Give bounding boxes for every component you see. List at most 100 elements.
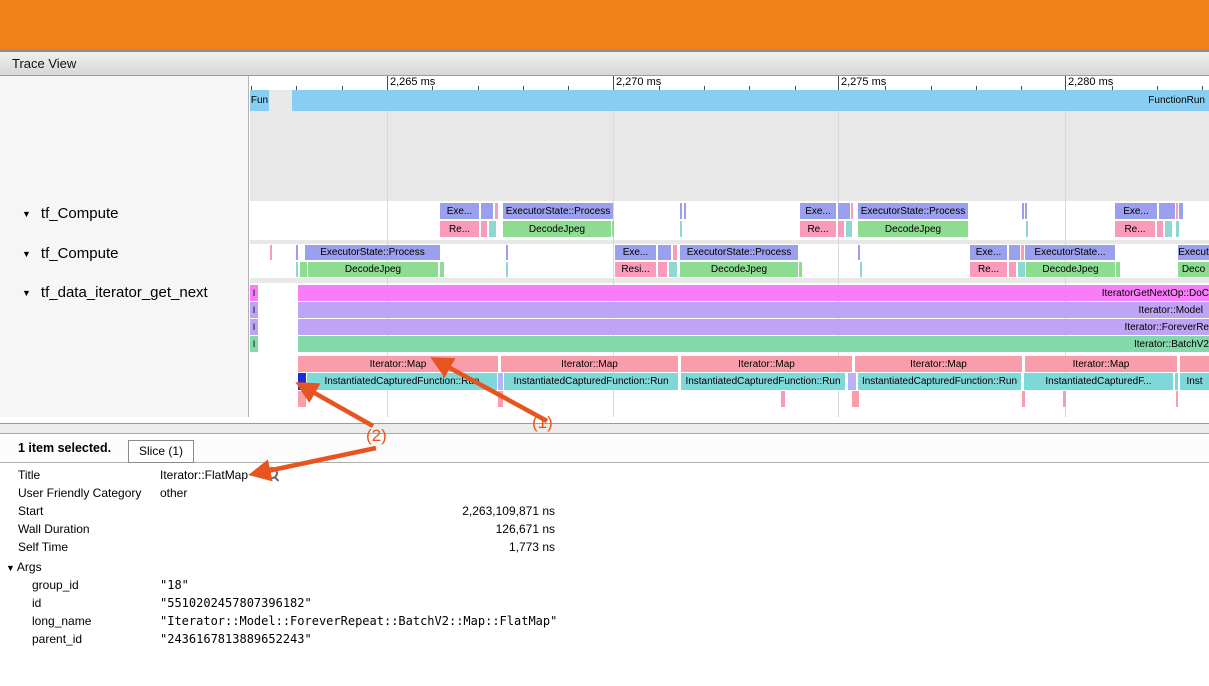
trace-slice[interactable] bbox=[440, 262, 444, 277]
trace-slice[interactable]: Re... bbox=[800, 221, 836, 237]
trace-slice[interactable] bbox=[1009, 262, 1016, 277]
sidebar-item-tf_data_iterator_get_next[interactable]: ▼tf_data_iterator_get_next bbox=[22, 283, 208, 301]
sidebar-item-tf_Compute[interactable]: ▼tf_Compute bbox=[22, 204, 118, 222]
trace-slice[interactable] bbox=[1116, 262, 1120, 277]
trace-slice[interactable]: DecodeJpeg bbox=[308, 262, 438, 277]
trace-slice[interactable]: Iterator::Map bbox=[298, 356, 498, 372]
trace-slice[interactable]: IteratorGetNextOp::DoC bbox=[298, 285, 1209, 301]
collapse-triangle-icon[interactable]: ▼ bbox=[22, 210, 31, 219]
trace-slice[interactable] bbox=[1063, 391, 1066, 407]
trace-slice[interactable]: ExecutorState::Process bbox=[305, 245, 440, 260]
trace-slice[interactable] bbox=[489, 221, 496, 237]
trace-slice[interactable] bbox=[1025, 203, 1027, 219]
magnifier-icon[interactable] bbox=[266, 467, 280, 481]
trace-slice[interactable]: InstantiatedCapturedFunction::Run bbox=[681, 373, 845, 390]
trace-slice[interactable]: Re... bbox=[970, 262, 1007, 277]
trace-slice[interactable] bbox=[1175, 373, 1178, 390]
trace-slice[interactable]: Re... bbox=[440, 221, 479, 237]
trace-slice[interactable]: InstantiatedCapturedFunction::Run bbox=[858, 373, 1021, 390]
trace-slice[interactable] bbox=[1018, 262, 1025, 277]
trace-slice[interactable] bbox=[852, 391, 859, 407]
trace-slice[interactable] bbox=[799, 262, 802, 277]
trace-slice[interactable]: InstantiatedCapturedFunction::Run bbox=[307, 373, 497, 390]
trace-slice[interactable] bbox=[781, 391, 785, 407]
trace-slice[interactable]: Exe... bbox=[440, 203, 479, 219]
trace-slice[interactable]: Exe... bbox=[800, 203, 836, 219]
trace-slice[interactable] bbox=[612, 221, 614, 237]
trace-slice[interactable]: ExecutorState::Process bbox=[858, 203, 968, 219]
trace-chip[interactable]: I bbox=[250, 336, 258, 352]
trace-slice[interactable]: Exe... bbox=[615, 245, 656, 260]
trace-slice[interactable] bbox=[669, 262, 677, 277]
trace-slice[interactable]: Iterator::Map bbox=[1025, 356, 1177, 372]
selected-slice[interactable] bbox=[298, 373, 306, 390]
trace-slice[interactable]: Iterator::ForeverRe bbox=[298, 319, 1209, 335]
panel-splitter[interactable] bbox=[0, 423, 1209, 434]
trace-slice[interactable] bbox=[858, 245, 860, 260]
trace-slice[interactable]: InstantiatedCapturedF... bbox=[1024, 373, 1173, 390]
trace-slice[interactable] bbox=[1179, 203, 1183, 219]
trace-slice[interactable] bbox=[506, 262, 508, 277]
sidebar-item-tf_Compute[interactable]: ▼tf_Compute bbox=[22, 244, 118, 262]
trace-slice[interactable] bbox=[658, 262, 667, 277]
trace-slice[interactable]: DecodeJpeg bbox=[680, 262, 798, 277]
tab-slice[interactable]: Slice (1) bbox=[128, 440, 194, 463]
trace-slice[interactable] bbox=[498, 391, 503, 407]
trace-slice[interactable] bbox=[298, 391, 306, 407]
trace-slice[interactable]: Exe... bbox=[970, 245, 1007, 260]
trace-slice[interactable]: Resi... bbox=[615, 262, 656, 277]
trace-chip[interactable]: I bbox=[250, 285, 258, 301]
trace-slice[interactable]: Execut bbox=[1178, 245, 1209, 260]
trace-slice[interactable] bbox=[1176, 221, 1179, 237]
trace-slice[interactable]: Inst bbox=[1180, 373, 1209, 390]
trace-slice[interactable] bbox=[481, 203, 493, 219]
trace-slice[interactable]: Iterator::Map bbox=[501, 356, 678, 372]
trace-slice[interactable] bbox=[1165, 221, 1172, 237]
trace-slice[interactable]: Iterator::BatchV2 bbox=[298, 336, 1209, 352]
trace-slice[interactable] bbox=[1009, 245, 1020, 260]
trace-slice[interactable]: Iterator::Map bbox=[855, 356, 1022, 372]
trace-slice[interactable] bbox=[851, 203, 853, 219]
trace-slice[interactable] bbox=[846, 221, 852, 237]
trace-slice[interactable] bbox=[848, 373, 856, 390]
trace-slice[interactable] bbox=[1157, 221, 1163, 237]
trace-slice[interactable] bbox=[300, 262, 307, 277]
trace-slice[interactable] bbox=[684, 203, 686, 219]
trace-slice[interactable] bbox=[1159, 203, 1175, 219]
trace-slice[interactable] bbox=[498, 373, 503, 390]
trace-slice[interactable] bbox=[1176, 391, 1178, 407]
trace-slice[interactable] bbox=[481, 221, 487, 237]
collapse-triangle-icon[interactable]: ▼ bbox=[22, 289, 31, 298]
trace-slice[interactable]: DecodeJpeg bbox=[858, 221, 968, 237]
trace-slice[interactable]: Re... bbox=[1115, 221, 1155, 237]
trace-slice[interactable]: FunctionRun bbox=[292, 90, 1209, 111]
trace-slice[interactable] bbox=[1180, 356, 1209, 372]
args-section-header[interactable]: ▼Args bbox=[6, 558, 42, 576]
trace-slice[interactable] bbox=[1021, 245, 1024, 260]
trace-slice[interactable] bbox=[506, 245, 508, 260]
trace-slice[interactable] bbox=[270, 245, 272, 260]
trace-slice[interactable] bbox=[838, 221, 844, 237]
trace-slice[interactable]: Exe... bbox=[1115, 203, 1157, 219]
trace-slice[interactable]: ExecutorState::Process bbox=[680, 245, 798, 260]
trace-slice[interactable]: ExecutorState... bbox=[1025, 245, 1115, 260]
trace-chip[interactable]: I bbox=[250, 302, 258, 318]
trace-slice[interactable] bbox=[673, 245, 677, 260]
trace-slice[interactable] bbox=[658, 245, 671, 260]
trace-chip[interactable]: I bbox=[250, 319, 258, 335]
trace-slice[interactable] bbox=[1022, 391, 1025, 407]
trace-slice[interactable]: DecodeJpeg bbox=[503, 221, 611, 237]
trace-slice[interactable]: Iterator::Model bbox=[298, 302, 1209, 318]
collapse-triangle-icon[interactable]: ▼ bbox=[22, 250, 31, 259]
trace-slice[interactable] bbox=[495, 203, 498, 219]
trace-slice[interactable]: ExecutorState::Process bbox=[503, 203, 613, 219]
trace-slice[interactable] bbox=[860, 262, 862, 277]
trace-slice[interactable]: Deco bbox=[1178, 262, 1209, 277]
trace-slice[interactable]: DecodeJpeg bbox=[1026, 262, 1115, 277]
trace-slice[interactable] bbox=[680, 203, 682, 219]
trace-slice[interactable] bbox=[680, 221, 682, 237]
trace-slice[interactable] bbox=[296, 245, 298, 260]
trace-slice[interactable] bbox=[1176, 203, 1178, 219]
trace-slice[interactable] bbox=[1022, 203, 1024, 219]
trace-slice[interactable] bbox=[1026, 221, 1028, 237]
